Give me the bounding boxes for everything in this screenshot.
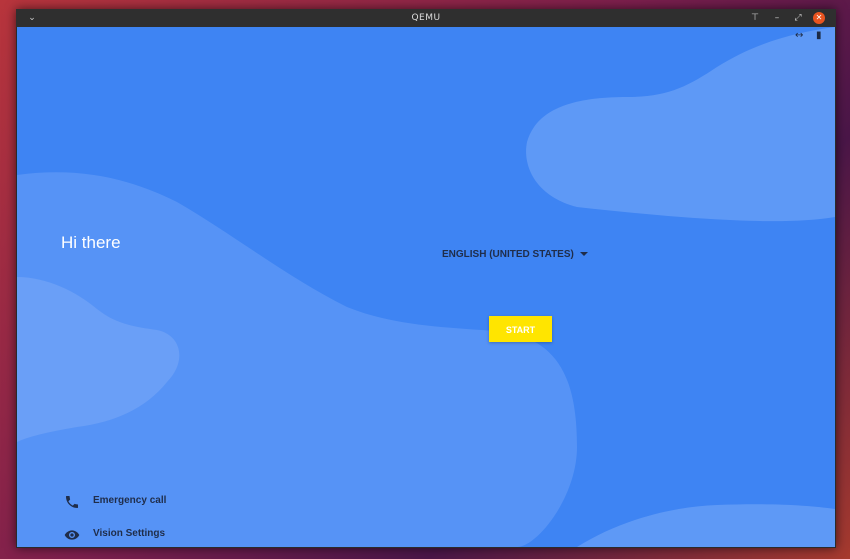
battery-icon: ▮	[816, 30, 822, 41]
vision-settings-label: Vision Settings	[93, 528, 166, 539]
language-dropdown[interactable]: ENGLISH (UNITED STATES)	[442, 249, 588, 260]
title-bar[interactable]: ⌄ QEMU ⊤ – ⤢ ✕	[16, 9, 836, 27]
phone-icon	[66, 496, 78, 508]
pin-icon[interactable]: ⊤	[749, 12, 761, 24]
data-arrows-icon: ↔	[795, 30, 804, 41]
greeting-heading: Hi there	[61, 233, 121, 252]
window-title: QEMU	[411, 13, 441, 23]
minimize-icon[interactable]: –	[771, 12, 783, 24]
eye-icon	[64, 530, 80, 540]
dropdown-caret-icon	[579, 252, 588, 257]
emergency-call-label: Emergency call	[93, 495, 167, 506]
qemu-window: ⌄ QEMU ⊤ – ⤢ ✕ ↔ ▮ Hi there ENGLISH (UNI…	[16, 9, 836, 548]
close-icon[interactable]: ✕	[813, 12, 825, 24]
language-label: ENGLISH (UNITED STATES)	[442, 249, 574, 260]
maximize-icon[interactable]: ⤢	[792, 12, 804, 24]
desktop-background: ⌄ QEMU ⊤ – ⤢ ✕ ↔ ▮ Hi there ENGLISH (UNI…	[0, 0, 850, 559]
android-setup-screen: ↔ ▮ Hi there ENGLISH (UNITED STATES) STA…	[17, 27, 835, 547]
background-waves	[17, 27, 835, 547]
start-button[interactable]: START	[489, 316, 552, 342]
